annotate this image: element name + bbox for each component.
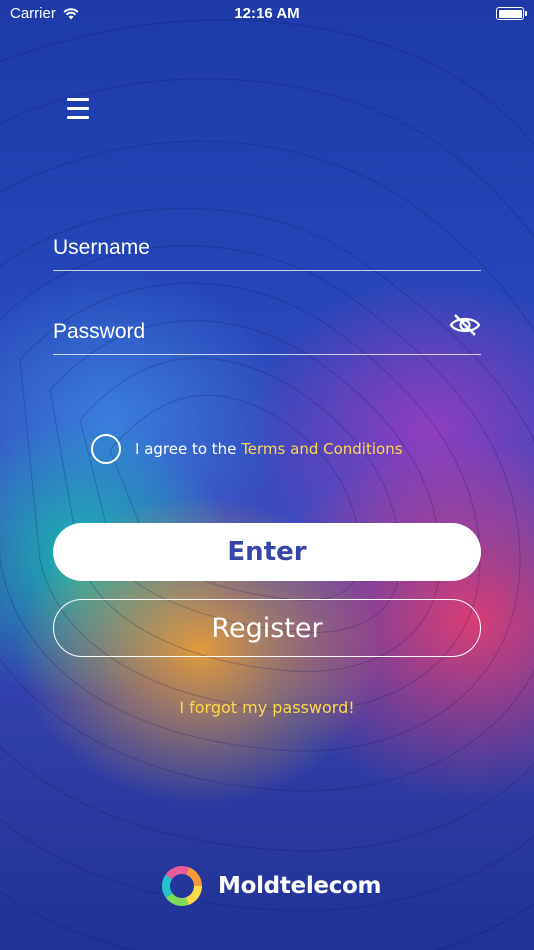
brand-logo: Moldtelecom	[160, 864, 382, 908]
username-field-container	[53, 236, 481, 271]
terms-agreement: I agree to the Terms and Conditions	[91, 434, 403, 464]
eye-slash-icon[interactable]	[449, 312, 481, 338]
username-input[interactable]	[53, 236, 433, 266]
agree-prefix: I agree to the	[135, 440, 242, 458]
battery-fill	[498, 9, 522, 18]
agree-checkbox[interactable]	[91, 434, 121, 464]
password-input[interactable]	[53, 320, 433, 350]
status-time: 12:16 AM	[234, 5, 300, 22]
status-bar: Carrier 12:16 AM	[0, 0, 534, 28]
brand-name: Moldtelecom	[218, 873, 382, 899]
battery-icon	[496, 7, 527, 20]
register-button[interactable]: Register	[53, 599, 481, 657]
terms-link[interactable]: Terms and Conditions	[241, 440, 402, 458]
password-field-container	[53, 314, 481, 355]
menu-bar-line	[67, 107, 89, 110]
menu-bar-line	[67, 98, 89, 101]
menu-bar-line	[67, 116, 89, 119]
background-contour-lines	[0, 19, 534, 950]
hamburger-menu-icon[interactable]	[67, 98, 89, 120]
enter-button[interactable]: Enter	[53, 523, 481, 581]
login-screen: Carrier 12:16 AM I agree to the Terms an…	[0, 0, 534, 950]
agree-text: I agree to the Terms and Conditions	[135, 440, 403, 458]
moldtelecom-ring-logo-icon	[162, 866, 202, 906]
forgot-password-link[interactable]: I forgot my password!	[0, 698, 534, 717]
